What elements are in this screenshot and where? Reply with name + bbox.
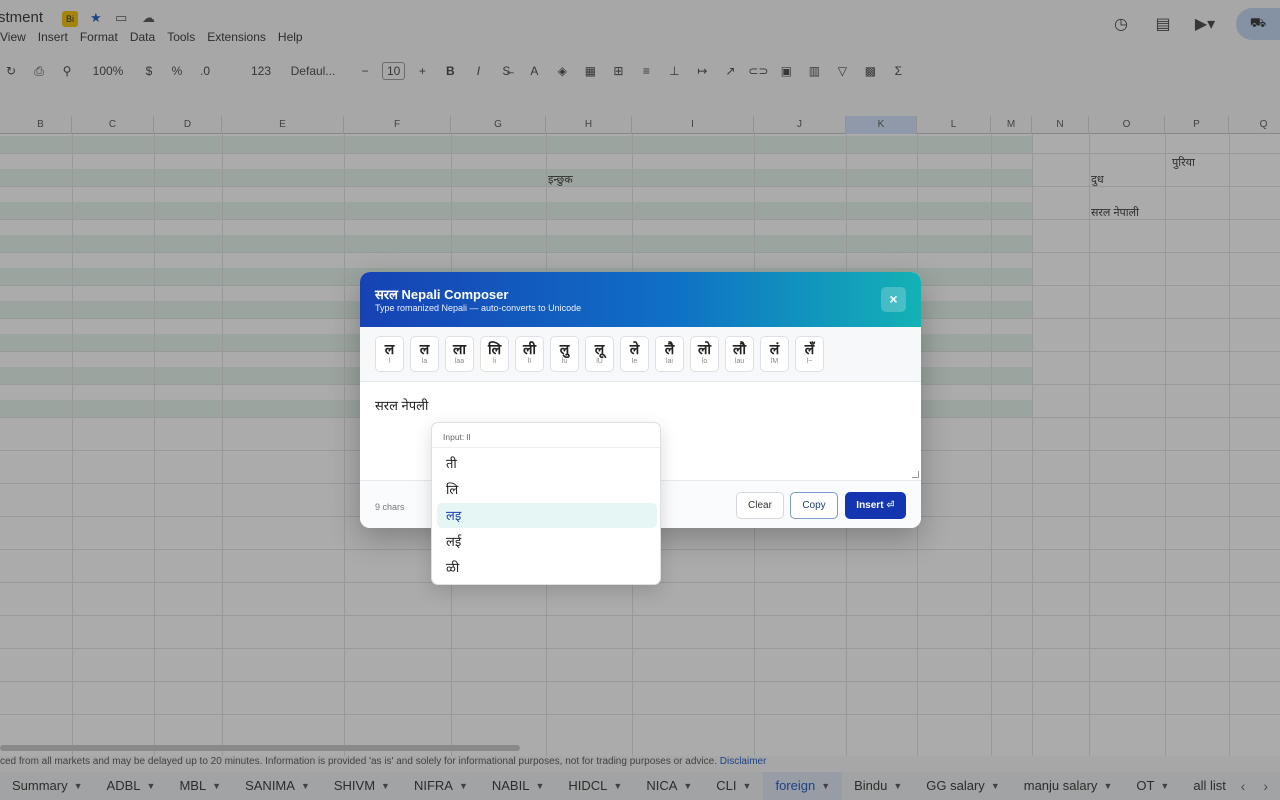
syllable-chip[interactable]: लु lu <box>550 336 579 372</box>
character-count: 9 chars <box>375 502 405 512</box>
syllable-chip[interactable]: ली lI <box>515 336 544 372</box>
chip-roman: lau <box>734 358 745 365</box>
candidate-input-label: Input: ll <box>432 423 660 448</box>
chip-roman: laa <box>454 358 465 365</box>
syllable-chip[interactable]: लँ l~ <box>795 336 824 372</box>
chip-devanagari: लौ <box>732 341 747 357</box>
copy-button[interactable]: Copy <box>790 492 838 519</box>
insert-button[interactable]: Insert ⏎ <box>845 492 906 519</box>
chip-roman: la <box>421 358 428 365</box>
chip-roman: l~ <box>806 358 813 365</box>
syllable-chip[interactable]: ले le <box>620 336 649 372</box>
clear-button[interactable]: Clear <box>736 492 784 519</box>
chip-devanagari: ल <box>384 341 395 357</box>
chip-roman: lM <box>770 358 779 365</box>
syllable-chip[interactable]: लै lai <box>655 336 684 372</box>
chip-devanagari: लू <box>594 341 605 357</box>
chip-devanagari: लि <box>487 341 502 357</box>
chip-devanagari: ल <box>419 341 430 357</box>
syllable-chip[interactable]: लि li <box>480 336 509 372</box>
chip-devanagari: ली <box>522 341 537 357</box>
syllable-chip[interactable]: लं lM <box>760 336 789 372</box>
chip-roman: lu <box>561 358 568 365</box>
chip-devanagari: लँ <box>804 341 815 357</box>
chip-roman: lo <box>701 358 708 365</box>
syllable-chip[interactable]: लौ lau <box>725 336 754 372</box>
chip-devanagari: लु <box>559 341 570 357</box>
chip-roman: lU <box>596 358 603 365</box>
chip-devanagari: लो <box>697 341 712 357</box>
transliteration-candidates: Input: ll ती लि लइ लई ळी <box>431 422 661 585</box>
chip-devanagari: ले <box>629 341 640 357</box>
chip-roman: lI <box>527 358 532 365</box>
dialog-title: सरल Nepali Composer <box>375 287 509 302</box>
chip-devanagari: ला <box>452 341 467 357</box>
syllable-suggestion-row: लl ल la ला laa लि li ली lI लु lu लू lU ले le लै… <box>360 327 921 382</box>
chip-devanagari: लै <box>664 341 675 357</box>
chip-roman: le <box>631 358 638 365</box>
candidate-item[interactable]: लई <box>437 529 657 554</box>
candidate-item[interactable]: ळी <box>437 555 657 580</box>
chip-roman: l <box>388 358 391 365</box>
syllable-chip[interactable]: ल la <box>410 336 439 372</box>
dialog-subtitle: Type romanized Nepali — auto-converts to… <box>375 303 582 313</box>
candidate-item[interactable]: लि <box>437 477 657 502</box>
chip-roman: li <box>492 358 497 365</box>
syllable-chip[interactable]: लl <box>375 336 404 372</box>
close-icon[interactable]: × <box>881 287 906 312</box>
chip-devanagari: लं <box>769 341 780 357</box>
dialog-header: सरल Nepali Composer Type romanized Nepal… <box>360 272 921 327</box>
chip-roman: lai <box>665 358 673 365</box>
syllable-chip[interactable]: ला laa <box>445 336 474 372</box>
candidate-item[interactable]: ती <box>437 451 657 476</box>
composer-text-value: सरल नेपली <box>375 398 429 413</box>
resize-handle[interactable] <box>912 471 919 478</box>
syllable-chip[interactable]: लो lo <box>690 336 719 372</box>
candidate-item-highlighted[interactable]: लइ <box>437 503 657 528</box>
syllable-chip[interactable]: लू lU <box>585 336 614 372</box>
